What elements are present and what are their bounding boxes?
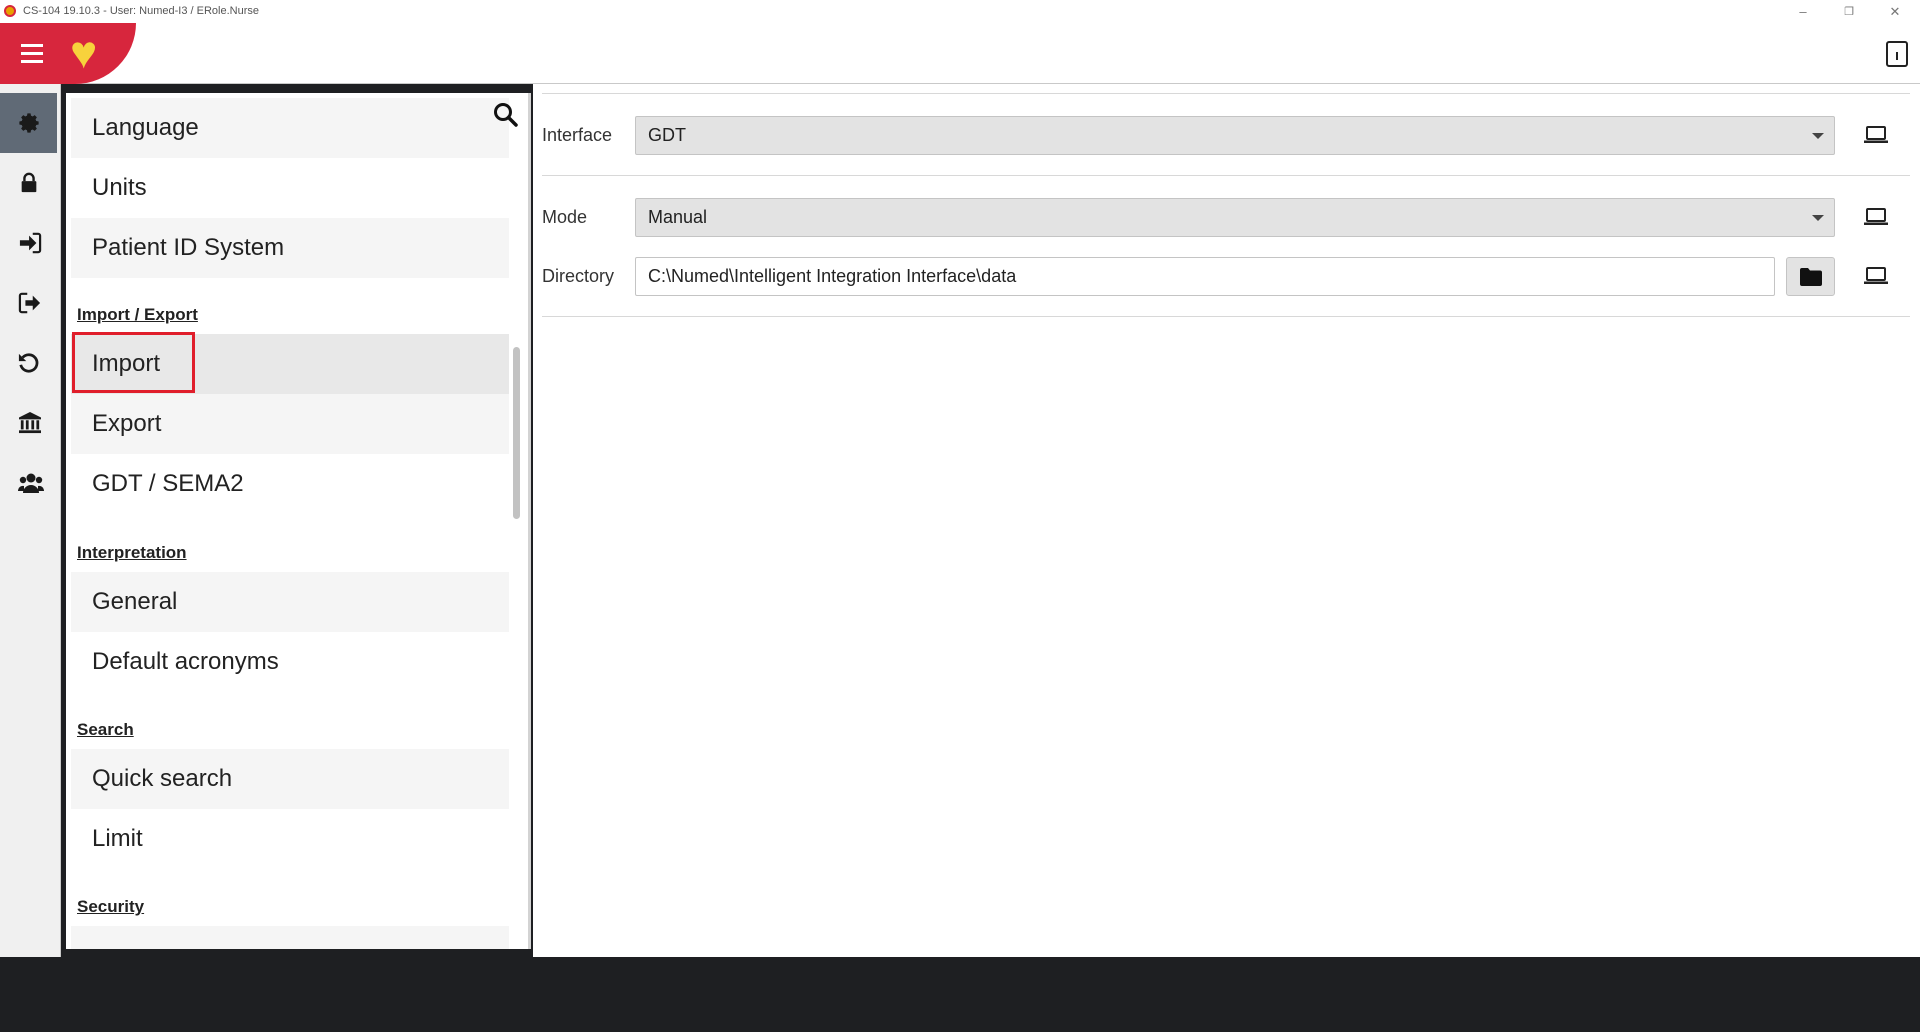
laptop-icon[interactable] (1864, 267, 1888, 285)
nav-item-quick-search[interactable]: Quick search (71, 749, 509, 809)
nav-item-gdt-sema2[interactable]: GDT / SEMA2 (71, 454, 509, 514)
section-header-import-export: Import / Export (77, 305, 198, 324)
tablet-mode-icon[interactable] (1886, 41, 1908, 67)
lock-icon (21, 172, 37, 193)
institution-nav-button[interactable] (0, 393, 57, 453)
left-icon-bar (0, 84, 61, 957)
restore-button[interactable]: ❐ (1829, 2, 1869, 22)
hamburger-menu-button[interactable] (0, 23, 70, 84)
settings-nav-button[interactable] (0, 93, 57, 153)
undo-icon (18, 353, 39, 373)
nav-item-limit[interactable]: Limit (71, 809, 509, 869)
divider (542, 316, 1910, 317)
window-title: CS-104 19.10.3 - User: Numed-I3 / ERole.… (23, 5, 259, 17)
highlight-box (72, 332, 195, 393)
section-header-search: Search (77, 720, 134, 739)
sign-in-nav-button[interactable] (0, 213, 57, 273)
gear-icon (19, 113, 39, 133)
mode-value: Manual (648, 207, 708, 227)
heart-logo-icon: ♥ (70, 26, 98, 78)
divider (542, 93, 1910, 94)
chevron-down-icon (1812, 133, 1824, 139)
taskbar (0, 957, 1920, 1032)
search-icon[interactable] (493, 102, 519, 128)
browse-folder-button[interactable] (1786, 257, 1835, 296)
nav-item-default-acronyms[interactable]: Default acronyms (71, 632, 509, 692)
laptop-icon[interactable] (1864, 126, 1888, 144)
nav-item-general[interactable]: General (71, 572, 509, 632)
lock-nav-button[interactable] (0, 153, 57, 213)
app-logo-icon (4, 5, 16, 17)
sign-out-nav-button[interactable] (0, 273, 57, 333)
close-button[interactable]: ✕ (1875, 2, 1915, 22)
sign-out-icon (18, 292, 41, 314)
window-titlebar: CS-104 19.10.3 - User: Numed-I3 / ERole.… (0, 0, 1920, 23)
settings-nav-panel: Language Units Patient ID System Import … (66, 93, 531, 949)
nav-item-partial[interactable] (71, 926, 509, 949)
interface-label: Interface (542, 125, 613, 145)
nav-item-patient-id-system[interactable]: Patient ID System (71, 218, 509, 278)
undo-nav-button[interactable] (0, 333, 57, 393)
users-icon (18, 473, 44, 493)
app-header: ♥ (0, 23, 1920, 84)
settings-content: Interface GDT Mode Manual Directory C:\N… (533, 84, 1920, 957)
institution-icon (19, 412, 41, 434)
chevron-down-icon (1812, 215, 1824, 221)
section-header-security: Security (77, 897, 145, 916)
sign-in-icon (19, 232, 42, 254)
divider (542, 175, 1910, 176)
section-header-interpretation: Interpretation (77, 543, 187, 562)
users-nav-button[interactable] (0, 453, 57, 513)
minimize-button[interactable]: – (1783, 2, 1823, 22)
menu-bar-icon (21, 60, 43, 63)
laptop-icon[interactable] (1864, 208, 1888, 226)
interface-select[interactable]: GDT (635, 116, 1835, 155)
menu-bar-icon (21, 52, 43, 55)
nav-item-units[interactable]: Units (71, 158, 509, 218)
mode-select[interactable]: Manual (635, 198, 1835, 237)
folder-icon (1800, 268, 1822, 286)
nav-scrollbar[interactable] (513, 347, 520, 519)
mode-label: Mode (542, 207, 588, 227)
nav-item-language[interactable]: Language (71, 98, 509, 158)
menu-bar-icon (21, 44, 43, 47)
nav-item-export[interactable]: Export (71, 394, 509, 454)
directory-label: Directory (542, 266, 615, 286)
directory-input[interactable]: C:\Numed\Intelligent Integration Interfa… (635, 257, 1775, 296)
interface-value: GDT (648, 125, 686, 145)
